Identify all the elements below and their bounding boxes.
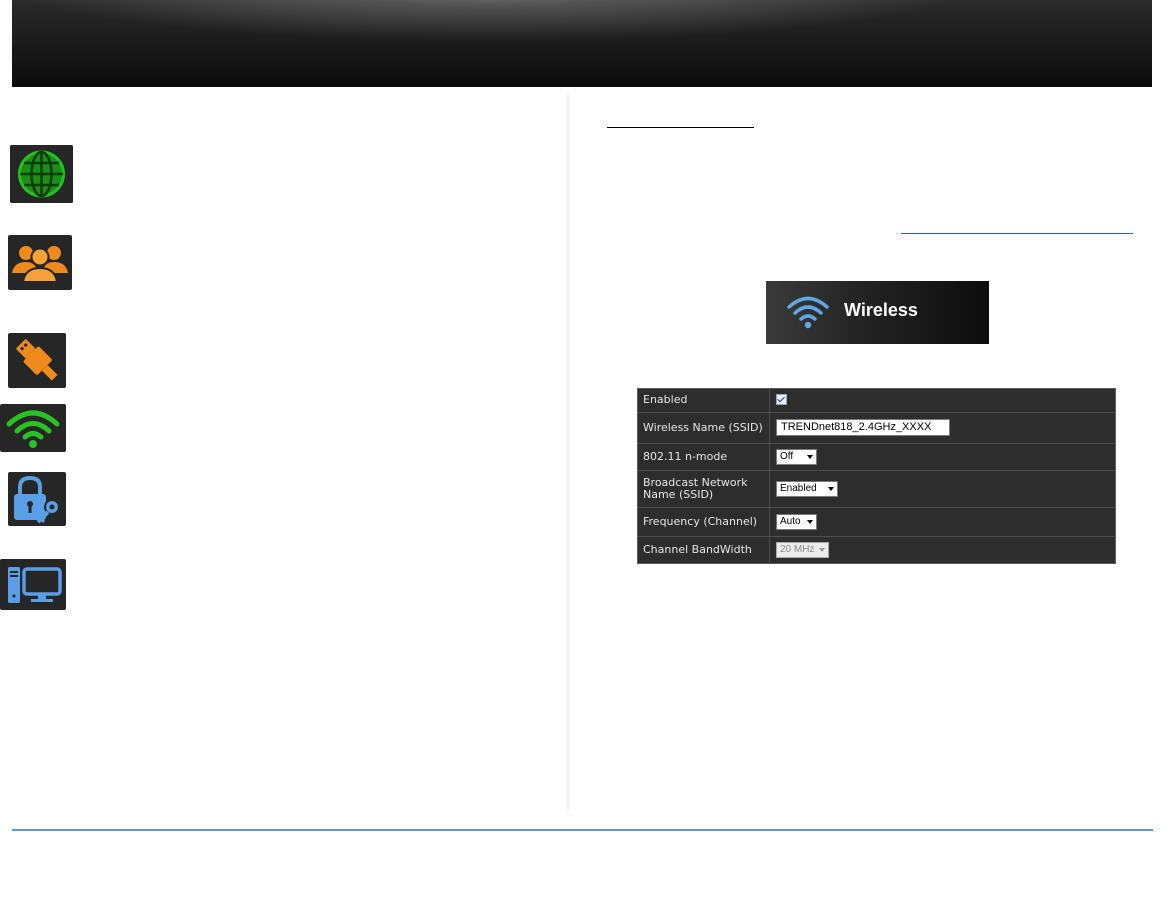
broadcast-select[interactable]: Enabled bbox=[776, 480, 838, 497]
column-divider bbox=[566, 95, 570, 810]
settings-label-frequency: Frequency (Channel) bbox=[638, 507, 770, 537]
enabled-checkbox[interactable] bbox=[776, 394, 787, 406]
settings-label-ssid: Wireless Name (SSID) bbox=[638, 412, 770, 444]
settings-row-bandwidth: Channel BandWidth 20 MHz bbox=[638, 536, 1115, 563]
globe-icon bbox=[10, 145, 73, 203]
settings-label-broadcast: Broadcast Network Name (SSID) bbox=[638, 470, 770, 508]
settings-row-broadcast: Broadcast Network Name (SSID) Enabled bbox=[638, 470, 1115, 508]
settings-label-bandwidth: Channel BandWidth bbox=[638, 536, 770, 563]
settings-row-ssid: Wireless Name (SSID) TRENDnet818_2.4GHz_… bbox=[638, 412, 1115, 444]
lock-key-icon bbox=[8, 472, 66, 526]
settings-row-enabled: Enabled bbox=[638, 389, 1115, 413]
n-mode-value: Off bbox=[780, 450, 794, 462]
footer-rule bbox=[12, 829, 1153, 831]
section-heading-underline bbox=[607, 127, 754, 128]
usb-icon bbox=[8, 333, 66, 388]
wireless-banner-label: Wireless bbox=[844, 300, 918, 320]
hyperlink-underline[interactable] bbox=[901, 233, 1133, 234]
wifi-icon bbox=[787, 296, 829, 329]
wireless-settings-table: Enabled Wireless Name (SSID) TRENDnet818… bbox=[638, 389, 1115, 563]
chevron-down-icon bbox=[807, 454, 813, 459]
settings-row-n-mode: 802.11 n-mode Off bbox=[638, 443, 1115, 471]
header-banner bbox=[12, 0, 1152, 87]
frequency-value: Auto bbox=[780, 515, 801, 527]
chevron-down-icon bbox=[819, 547, 825, 552]
broadcast-value: Enabled bbox=[780, 482, 817, 494]
wireless-menu-banner: Wireless bbox=[766, 281, 989, 344]
bandwidth-select: 20 MHz bbox=[776, 541, 829, 558]
settings-label-n-mode: 802.11 n-mode bbox=[638, 443, 770, 471]
n-mode-select[interactable]: Off bbox=[776, 448, 817, 465]
bandwidth-value: 20 MHz bbox=[780, 543, 815, 555]
settings-row-frequency: Frequency (Channel) Auto bbox=[638, 507, 1115, 537]
wireless-settings-panel: Enabled Wireless Name (SSID) TRENDnet818… bbox=[637, 388, 1116, 564]
wifi-icon bbox=[0, 404, 66, 452]
ssid-input[interactable]: TRENDnet818_2.4GHz_XXXX bbox=[776, 419, 950, 436]
chevron-down-icon bbox=[828, 486, 834, 491]
computer-icon bbox=[0, 559, 66, 610]
frequency-select[interactable]: Auto bbox=[776, 513, 817, 530]
settings-label-enabled: Enabled bbox=[638, 389, 770, 413]
chevron-down-icon bbox=[807, 519, 813, 524]
users-icon bbox=[8, 235, 72, 290]
